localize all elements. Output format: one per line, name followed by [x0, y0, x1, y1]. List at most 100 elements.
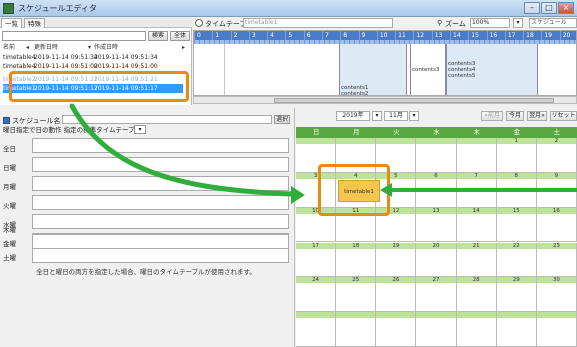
close-button[interactable]: ×: [558, 2, 574, 14]
maximize-button[interactable]: □: [541, 2, 557, 14]
calendar-day-cell[interactable]: 9: [536, 172, 577, 208]
calendar-day-cell[interactable]: [336, 312, 377, 347]
calendar-day-number: [376, 312, 416, 319]
timeline-hour-label: 0: [194, 31, 212, 40]
calendar-day-cell[interactable]: 16: [536, 207, 577, 243]
day-input-wed[interactable]: [32, 214, 289, 229]
reset-button[interactable]: リセット: [550, 111, 577, 121]
year-select[interactable]: 2019年: [336, 111, 370, 121]
calendar-day-cell[interactable]: 19: [376, 242, 417, 278]
calendar-day-cell[interactable]: 27: [416, 277, 457, 313]
calendar-day-cell[interactable]: 7: [456, 172, 497, 208]
column-header-updated[interactable]: 更新日時: [34, 43, 58, 52]
calendar-day-cell[interactable]: 29: [496, 277, 537, 313]
search-input[interactable]: [2, 31, 146, 41]
this-month-button[interactable]: 今月: [506, 111, 524, 121]
tab-list[interactable]: 一覧: [1, 18, 22, 28]
highlight-callout-list: [9, 71, 189, 102]
timeline-hour-label: 5: [285, 31, 303, 40]
day-label-sat: 土曜: [3, 254, 16, 262]
default-timetable-dropdown[interactable]: ▾: [134, 125, 146, 134]
calendar-day-cell[interactable]: [296, 312, 337, 347]
select-button[interactable]: 選択: [274, 115, 290, 124]
calendar-day-cell[interactable]: 14: [456, 207, 497, 243]
search-button[interactable]: 検索: [148, 31, 168, 41]
zoom-dropdown-icon[interactable]: ▾: [513, 18, 523, 28]
timeline-scroll-thumb[interactable]: [274, 98, 554, 103]
minimize-button[interactable]: –: [524, 2, 540, 14]
timetable-radio[interactable]: [195, 19, 203, 27]
calendar-day-cell[interactable]: 23: [536, 242, 577, 278]
timeline-gridline: [224, 44, 225, 95]
day-input-all[interactable]: [32, 138, 289, 153]
day-label-mon: 月曜: [3, 183, 16, 191]
calendar-day-cell[interactable]: [456, 312, 497, 347]
timetable-name-input[interactable]: timetable1: [243, 18, 393, 28]
timeline-view[interactable]: 0 1 2 3 4 5 6 7 8 9 10 11 12 13 14 15 16 17 18 19 20 content…: [193, 30, 577, 96]
timeline-hour-label: 11: [395, 31, 413, 40]
calendar-day-cell[interactable]: [456, 138, 497, 173]
day-input-mon[interactable]: [32, 176, 289, 191]
sort-down-icon: ▾: [88, 44, 92, 51]
day-label-fri: 金曜: [3, 240, 16, 248]
calendar-day-cell[interactable]: 18: [336, 242, 377, 278]
schedule-dropdown[interactable]: スケジュール: [529, 18, 577, 28]
timeline-hour-label: 3: [248, 31, 267, 40]
calendar-day-cell[interactable]: 2: [536, 138, 577, 173]
calendar-day-cell[interactable]: 25: [336, 277, 377, 313]
calendar-day-number: 23: [536, 242, 576, 249]
day-label-sun: 日曜: [3, 164, 16, 172]
calendar-day-cell[interactable]: 24: [296, 277, 337, 313]
schedule-name-input[interactable]: [62, 115, 272, 124]
calendar-day-cell[interactable]: [376, 312, 417, 347]
calendar-day-cell[interactable]: 6: [416, 172, 457, 208]
calendar-day-cell[interactable]: [536, 312, 577, 347]
day-input-sun[interactable]: [32, 157, 289, 172]
tab-special[interactable]: 特殊: [24, 18, 45, 28]
calendar-day-cell[interactable]: 8: [496, 172, 537, 208]
column-header-name[interactable]: 名前: [3, 43, 15, 52]
timeline-hour-label: 10: [376, 31, 395, 40]
list-item[interactable]: timetable4 2019-11-14 09:51:00 2019-11-1…: [0, 62, 192, 71]
calendar-day-number: [416, 312, 456, 319]
timeline-scrollbar[interactable]: [193, 96, 577, 104]
app-icon: [3, 3, 14, 14]
month-dropdown-icon[interactable]: ▾: [409, 111, 419, 121]
calendar-day-number: 29: [496, 277, 536, 284]
calendar-day-cell[interactable]: 30: [536, 277, 577, 313]
month-select[interactable]: 11月: [384, 111, 408, 121]
timeline-block[interactable]: contents3: [410, 44, 446, 95]
calendar-day-number: [416, 138, 456, 144]
list-item[interactable]: timetable4 2019-11-14 09:51:34 2019-11-1…: [0, 53, 192, 62]
calendar-day-cell[interactable]: 28: [456, 277, 497, 313]
zoom-select[interactable]: 100%: [470, 18, 510, 28]
calendar-day-cell[interactable]: 20: [416, 242, 457, 278]
calendar-day-number: 13: [416, 207, 456, 214]
calendar-day-cell[interactable]: [496, 312, 537, 347]
calendar-day-number: 21: [456, 242, 496, 249]
day-input-sat[interactable]: [32, 248, 289, 263]
calendar-day-cell[interactable]: 13: [416, 207, 457, 243]
calendar-day-cell[interactable]: 22: [496, 242, 537, 278]
timeline-block[interactable]: contents1 contents2: [339, 44, 407, 95]
timeline-hour-label: 13: [431, 31, 450, 40]
calendar-day-cell[interactable]: 1: [496, 138, 537, 173]
day-input-fri[interactable]: [32, 234, 289, 249]
next-month-button[interactable]: 翌月»: [527, 111, 547, 121]
timeline-block[interactable]: contents3 contents4 contents5: [446, 44, 538, 95]
column-header-created[interactable]: 作成日時: [94, 43, 118, 52]
calendar-day-cell[interactable]: 26: [376, 277, 417, 313]
day-input-tue[interactable]: [32, 195, 289, 210]
calendar-day-cell[interactable]: 17: [296, 242, 337, 278]
calendar-day-cell[interactable]: 21: [456, 242, 497, 278]
prev-month-button[interactable]: «前月: [481, 111, 503, 121]
year-dropdown-icon[interactable]: ▾: [372, 111, 382, 121]
calendar-day-cell[interactable]: 15: [496, 207, 537, 243]
calendar-day-cell[interactable]: [416, 312, 457, 347]
calendar-day-cell[interactable]: [416, 138, 457, 173]
calendar-day-number: 15: [496, 207, 536, 214]
calendar-toolbar: 2019年 ▾ 11月 ▾ «前月 今月 翌月» リセット: [296, 110, 577, 122]
all-button[interactable]: 全体: [170, 31, 190, 41]
day-label-thu: 木曜: [3, 226, 16, 234]
calendar-day-number: 9: [536, 172, 576, 179]
